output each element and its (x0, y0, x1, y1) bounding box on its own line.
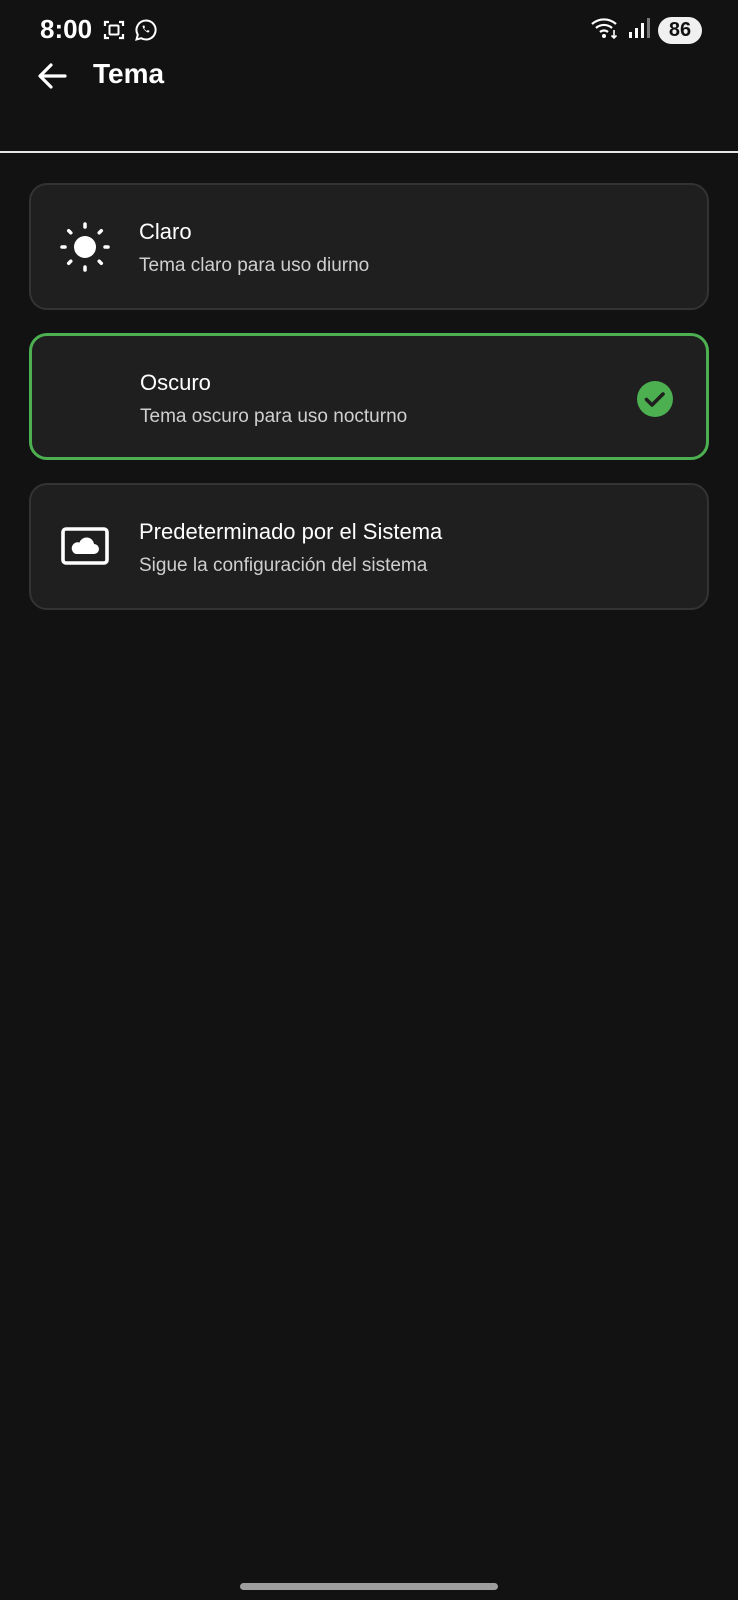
app-bar: Tema (0, 50, 738, 154)
status-time: 8:00 (40, 14, 93, 44)
option-title: Oscuro (140, 370, 211, 395)
signal-icon (628, 16, 650, 45)
page-title: Tema (93, 58, 165, 89)
theme-option-dark[interactable]: Oscuro Tema oscuro para uso nocturno (29, 333, 709, 460)
option-title: Claro (139, 219, 192, 244)
system-cloud-icon (59, 521, 111, 573)
status-notification-icons (102, 18, 158, 47)
wifi-icon (590, 16, 620, 45)
status-system-icons: 86 (590, 16, 702, 45)
option-subtitle: Tema oscuro para uso nocturno (140, 406, 408, 427)
moon-icon (60, 372, 112, 424)
check-circle-icon (636, 380, 674, 418)
header-divider (0, 151, 738, 153)
theme-options-list: Claro Tema claro para uso diurno Oscuro … (29, 183, 709, 633)
screenshot-icon (102, 18, 126, 47)
option-subtitle: Tema claro para uso diurno (139, 255, 370, 276)
theme-option-light[interactable]: Claro Tema claro para uso diurno (29, 183, 709, 310)
option-title: Predeterminado por el Sistema (139, 519, 443, 544)
arrow-back-icon (35, 59, 69, 98)
option-subtitle: Sigue la configuración del sistema (139, 555, 428, 576)
battery-indicator: 86 (658, 17, 702, 44)
back-button[interactable] (30, 56, 74, 100)
home-indicator[interactable] (240, 1583, 498, 1590)
whatsapp-icon (134, 18, 158, 47)
theme-option-system[interactable]: Predeterminado por el Sistema Sigue la c… (29, 483, 709, 610)
sun-icon (59, 221, 111, 273)
